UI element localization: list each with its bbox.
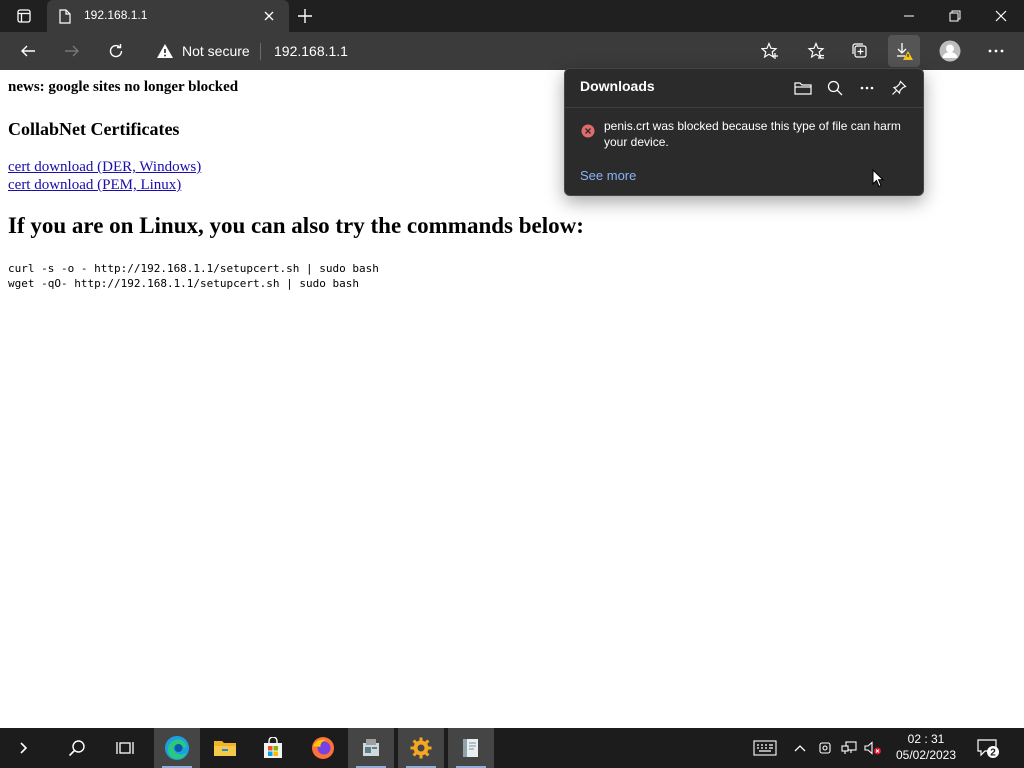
app-icon[interactable] (448, 728, 494, 768)
security-label[interactable]: Not secure (182, 43, 250, 59)
tab-title: 192.168.1.1 (84, 8, 148, 22)
downloads-title: Downloads (580, 78, 655, 94)
tab-active[interactable]: 192.168.1.1 (47, 0, 289, 32)
warning-icon[interactable] (156, 43, 174, 59)
tab-actions-icon[interactable] (8, 0, 40, 32)
downloads-button[interactable] (888, 35, 920, 67)
network-icon[interactable] (838, 728, 860, 768)
close-tab-icon[interactable] (261, 8, 277, 24)
edge-icon[interactable] (154, 728, 200, 768)
firefox-icon[interactable] (300, 728, 346, 768)
error-icon (581, 124, 595, 138)
see-more-link[interactable]: See more (580, 168, 636, 183)
linux-heading: If you are on Linux, you can also try th… (8, 213, 584, 238)
page-icon (59, 9, 71, 24)
cert-download-der-link[interactable]: cert download (DER, Windows) (8, 159, 201, 176)
file-explorer-icon[interactable] (202, 728, 248, 768)
clock[interactable]: 02 : 31 05/02/2023 (886, 731, 966, 763)
refresh-button[interactable] (100, 35, 132, 67)
certificates-heading: CollabNet Certificates (8, 119, 180, 139)
mouse-cursor-icon (872, 169, 884, 188)
notification-icon[interactable]: 2 (970, 728, 1006, 768)
keyboard-icon[interactable] (750, 728, 780, 768)
chevron-right-icon[interactable] (0, 728, 46, 768)
url-text[interactable]: 192.168.1.1 (274, 43, 348, 59)
more-options-icon[interactable] (855, 76, 879, 100)
address-separator (260, 43, 261, 60)
taskbar: 02 : 31 05/02/2023 2 (0, 728, 1024, 768)
title-bar: 192.168.1.1 (0, 0, 1024, 32)
search-icon[interactable] (823, 76, 847, 100)
close-window-icon[interactable] (984, 0, 1018, 32)
collections-button[interactable] (844, 35, 876, 67)
clock-date: 05/02/2023 (895, 748, 957, 762)
minimize-icon[interactable] (892, 0, 926, 32)
clock-time: 02 : 31 (907, 732, 945, 746)
search-icon[interactable] (54, 728, 100, 768)
downloads-panel: Downloads penis.crt was blocked because … (564, 68, 924, 196)
task-view-icon[interactable] (102, 728, 148, 768)
pen-icon[interactable] (814, 728, 836, 768)
microsoft-store-icon[interactable] (250, 728, 296, 768)
open-folder-icon[interactable] (791, 76, 815, 100)
pin-icon[interactable] (887, 76, 911, 100)
forward-button[interactable] (56, 35, 88, 67)
new-tab-icon[interactable] (292, 0, 318, 32)
app-icon[interactable] (348, 728, 394, 768)
news-text: news: google sites no longer blocked (8, 79, 239, 95)
volume-muted-icon[interactable] (862, 728, 884, 768)
blocked-download-message: penis.crt was blocked because this type … (604, 119, 901, 149)
address-bar[interactable]: Not secure 192.168.1.1 (146, 35, 794, 67)
restore-icon[interactable] (938, 0, 972, 32)
notification-count: 2 (990, 748, 996, 759)
profile-avatar[interactable] (934, 35, 966, 67)
chevron-up-icon[interactable] (790, 728, 810, 768)
more-options-icon[interactable] (980, 35, 1012, 67)
divider (565, 107, 923, 108)
back-button[interactable] (12, 35, 44, 67)
curl-command: curl -s -o - http://192.168.1.1/setupcer… (8, 262, 379, 275)
cert-download-pem-link[interactable]: cert download (PEM, Linux) (8, 177, 181, 194)
browser-toolbar: Not secure 192.168.1.1 (0, 32, 1024, 70)
wget-command: wget -qO- http://192.168.1.1/setupcert.s… (8, 277, 359, 290)
favorites-button[interactable] (800, 35, 832, 67)
add-favorite-icon[interactable] (754, 35, 786, 67)
settings-icon[interactable] (398, 728, 444, 768)
